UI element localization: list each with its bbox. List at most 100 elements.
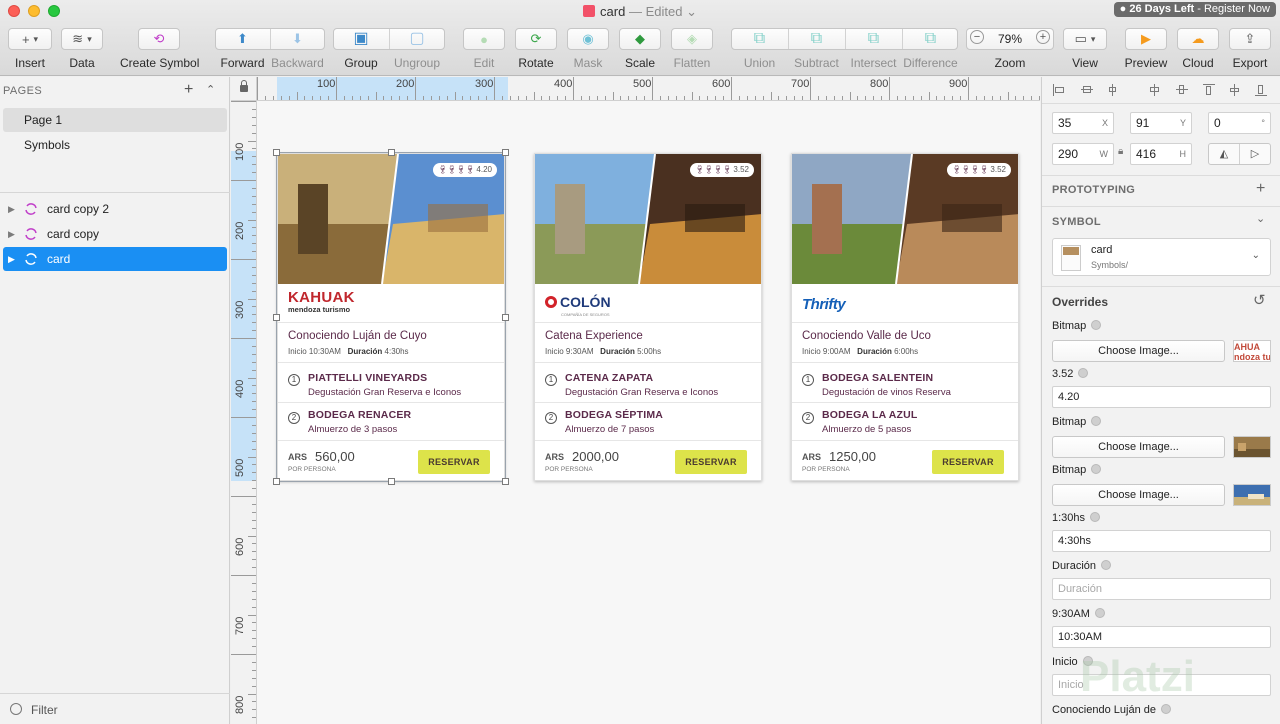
disclosure-icon[interactable]: ▶ — [8, 197, 15, 221]
flatten-button[interactable]: ◈ — [671, 28, 713, 50]
trial-days: 26 Days Left — [1129, 3, 1195, 15]
symbol-picker[interactable]: card Symbols/ ⌄ — [1052, 238, 1271, 276]
disclosure-icon[interactable]: ▶ — [8, 222, 15, 246]
choose-image-button-1[interactable]: Choose Image... — [1052, 340, 1225, 362]
height-field[interactable]: 416 H — [1130, 143, 1192, 165]
reservar-button[interactable]: RESERVAR — [418, 450, 490, 474]
duracion-override-field[interactable]: Duración — [1052, 578, 1271, 600]
reset-overrides-icon[interactable]: ↺ — [1253, 291, 1266, 309]
zoom-in-button[interactable]: + — [1036, 30, 1050, 44]
zoom-value[interactable]: 79% — [990, 32, 1030, 46]
tour-card[interactable]: 🍷︎🍷︎🍷︎🍷︎ 3.52 Thrifty Conociendo Valle d… — [791, 153, 1019, 481]
insert-button[interactable]: + ▾ — [8, 28, 52, 50]
preview-button[interactable]: ▶ — [1125, 28, 1167, 50]
width-field[interactable]: 290 W — [1052, 143, 1114, 165]
edit-button[interactable]: ● — [463, 28, 505, 50]
align-left-icon[interactable] — [1052, 83, 1066, 97]
duration-override-field[interactable]: 4:30hs — [1052, 530, 1271, 552]
register-link[interactable]: - Register Now — [1197, 3, 1270, 15]
ruler-tick — [252, 148, 256, 150]
intersect-button[interactable]: ⧉ Intersect — [845, 28, 902, 70]
reservar-button[interactable]: RESERVAR — [932, 450, 1004, 474]
disclosure-icon[interactable]: ▶ — [8, 247, 15, 271]
rating-override-field[interactable]: 4.20 — [1052, 386, 1271, 408]
title-chevron-icon[interactable]: ⌄ — [686, 4, 697, 19]
page-item-page-1[interactable]: Page 1 — [3, 108, 227, 132]
collapse-pages-icon[interactable]: ⌃ — [206, 83, 215, 96]
union-label: Union — [743, 56, 776, 70]
export-button[interactable]: ⇪ — [1229, 28, 1271, 50]
ruler-tick — [252, 606, 256, 608]
subtract-button[interactable]: ⧉ Subtract — [788, 28, 845, 70]
lock-ratio-icon[interactable]: 🔒︎ — [1118, 146, 1123, 157]
trial-badge[interactable]: ● 26 Days Left - Register Now — [1113, 2, 1276, 17]
ruler-tick — [486, 96, 488, 100]
create-symbol-tool[interactable]: ⟲ Create Symbol — [120, 28, 199, 70]
collapse-symbol-icon[interactable]: ⌄ — [1256, 212, 1265, 225]
scale-tool[interactable]: ◆ Scale — [618, 28, 662, 70]
tour-card[interactable]: 🍷︎🍷︎🍷︎🍷︎ 4.20 KAHUAK mendoza turismo Cono… — [277, 153, 505, 481]
ruler-tick — [557, 96, 559, 100]
ruler-tick — [312, 96, 314, 100]
distribute-icon[interactable] — [1106, 83, 1120, 97]
divider — [535, 362, 761, 363]
choose-image-button-3[interactable]: Choose Image... — [1052, 484, 1225, 506]
view-tool[interactable]: ▭ ▾ View — [1062, 28, 1108, 70]
insert-tool[interactable]: + ▾ Insert — [8, 28, 52, 70]
reservar-button[interactable]: RESERVAR — [675, 450, 747, 474]
difference-button[interactable]: ⧉ Difference — [902, 28, 959, 70]
export-tool[interactable]: ⇪ Export — [1228, 28, 1272, 70]
time-override-field[interactable]: 10:30AM — [1052, 626, 1271, 648]
align-bottom-icon[interactable] — [1254, 83, 1268, 97]
mask-tool[interactable]: ◉ Mask — [566, 28, 610, 70]
ungroup-button[interactable]: ▢ Ungroup — [389, 28, 445, 70]
flip-vertical-icon[interactable]: ▷ — [1240, 144, 1270, 164]
mask-button[interactable]: ◉ — [567, 28, 609, 50]
edit-tool[interactable]: ● Edit — [462, 28, 506, 70]
backward-button[interactable]: ⬇ Backward — [270, 28, 325, 70]
x-field[interactable]: 35 X — [1052, 112, 1114, 134]
layers-icon: ≋ — [72, 31, 84, 46]
preview-tool[interactable]: ▶ Preview — [1124, 28, 1168, 70]
layer-card[interactable]: ▶ card — [3, 247, 227, 271]
stop-number: 1 — [288, 374, 300, 386]
align-top-icon[interactable] — [1202, 83, 1216, 97]
rotation-field[interactable]: 0 ° — [1208, 112, 1271, 134]
scale-button[interactable]: ◆ — [619, 28, 661, 50]
lock-icon[interactable] — [240, 80, 248, 92]
canvas[interactable]: 100 200 300 400 500 600 700 800 900 100 200 300 400… — [231, 77, 1040, 724]
page-item-symbols[interactable]: Symbols — [3, 133, 227, 157]
align-center-icon[interactable] — [1080, 83, 1094, 97]
union-button[interactable]: ⧉ Union — [731, 28, 788, 70]
create-symbol-button[interactable]: ⟲ — [138, 28, 180, 50]
ruler-tick — [675, 96, 677, 100]
y-field[interactable]: 91 Y — [1130, 112, 1192, 134]
rotate-tool[interactable]: ⟳ Rotate — [514, 28, 558, 70]
rotate-button[interactable]: ⟳ — [515, 28, 557, 50]
data-button[interactable]: ≋ ▾ — [61, 28, 103, 50]
horizontal-ruler[interactable]: 100 200 300 400 500 600 700 800 900 — [257, 77, 1040, 101]
link-icon — [1091, 416, 1102, 426]
filter-bar[interactable]: Filter — [0, 693, 230, 724]
view-button[interactable]: ▭ ▾ — [1063, 28, 1107, 50]
zoom-out-button[interactable]: − — [970, 30, 984, 44]
cloud-button[interactable]: ☁ — [1177, 28, 1219, 50]
align-middle-icon[interactable] — [1228, 83, 1242, 97]
forward-button[interactable]: ⬆ Forward — [215, 28, 270, 70]
flip-horizontal-icon[interactable]: ◭ — [1209, 144, 1240, 164]
choose-image-button-2[interactable]: Choose Image... — [1052, 436, 1225, 458]
forward-icon: ⬆ — [237, 31, 248, 46]
cloud-tool[interactable]: ☁ Cloud — [1176, 28, 1220, 70]
data-tool[interactable]: ≋ ▾ Data — [60, 28, 104, 70]
add-prototype-icon[interactable]: + — [1256, 180, 1265, 198]
flatten-tool[interactable]: ◈ Flatten — [670, 28, 714, 70]
layer-card-copy[interactable]: ▶ card copy — [3, 222, 227, 246]
override-label-duration: 1:30hs — [1052, 512, 1101, 524]
tour-card[interactable]: 🍷︎🍷︎🍷︎🍷︎ 3.52 COLÓN COMPAÑÍA DE SEGUROS C… — [534, 153, 762, 481]
layer-card-copy-2[interactable]: ▶ card copy 2 — [3, 197, 227, 221]
group-button[interactable]: ▣ Group — [333, 28, 389, 70]
add-page-icon[interactable]: + — [184, 81, 193, 99]
align-horizontal-icon[interactable] — [1148, 83, 1162, 97]
vertical-ruler[interactable]: 100 200 300 400 500 600 700 800 — [231, 101, 257, 724]
align-vcenter-icon[interactable] — [1175, 83, 1189, 97]
